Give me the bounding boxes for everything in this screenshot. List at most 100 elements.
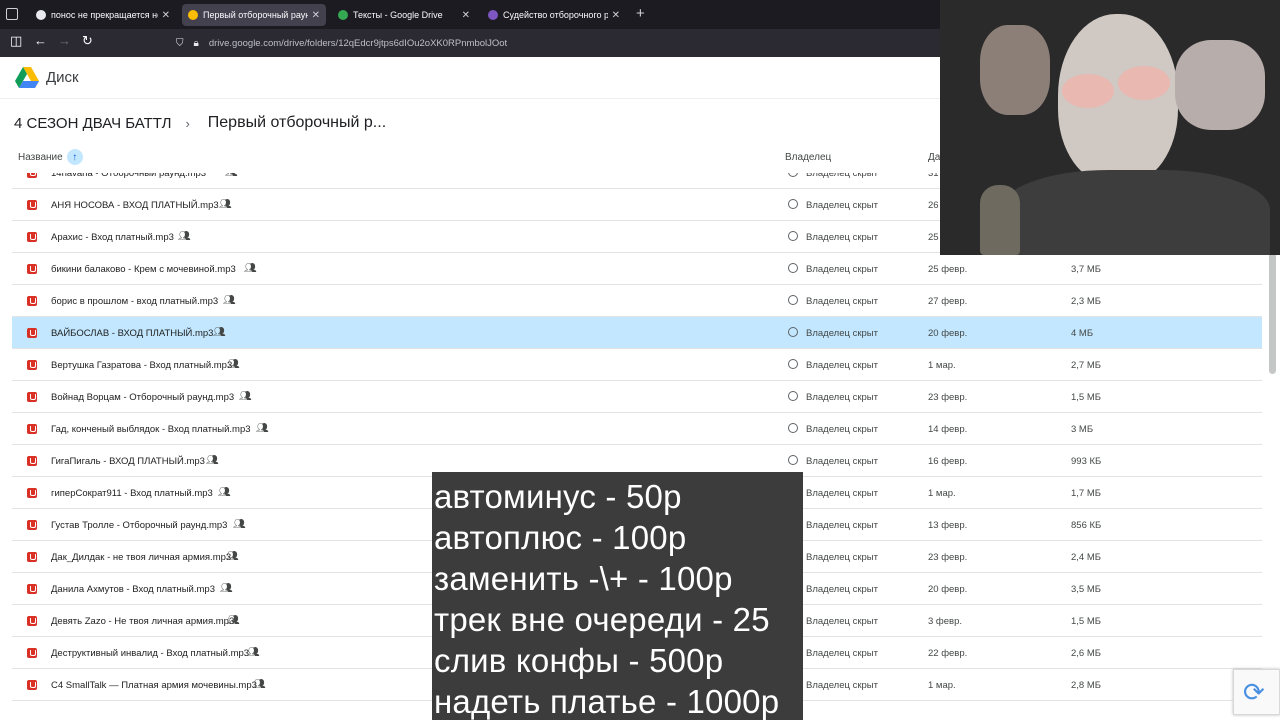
back-icon[interactable]: ← [34, 33, 47, 48]
shared-people-icon: 👥︎ [178, 231, 191, 242]
file-name[interactable]: 14havana - Отборочный раунд.mp3 [51, 173, 206, 179]
drive-logo-icon[interactable] [15, 67, 39, 88]
tab-favicon-icon [338, 10, 348, 20]
file-row[interactable]: Войнад Ворцам - Отборочный раунд.mp3 👥︎ Вл… [12, 381, 1262, 413]
column-header-date[interactable]: Да [928, 147, 940, 167]
file-name[interactable]: Девять Zazo - Не твоя личная армия.mp3 [51, 616, 234, 627]
file-owner: Владелец скрыт [806, 680, 878, 691]
file-name[interactable]: Войнад Ворцам - Отборочный раунд.mp3 [51, 392, 234, 403]
tab-title: Первый отборочный раунд – [203, 10, 308, 20]
reload-icon[interactable]: ↻ [82, 33, 93, 49]
file-date: 14 февр. [928, 424, 968, 435]
file-size: 3 МБ [1071, 424, 1094, 435]
file-row[interactable]: борис в прошлом - вход платный.mp3 👥︎ Влад… [12, 285, 1262, 317]
tab-favicon-icon [36, 10, 46, 20]
file-name[interactable]: Арахис - Вход платный.mp3 [51, 232, 174, 243]
file-size: 1,7 МБ [1071, 488, 1101, 499]
sidebar-toggle-icon[interactable]: ◫ [10, 33, 22, 49]
audio-file-icon [27, 552, 37, 562]
owner-avatar-icon [788, 231, 798, 241]
arrow-up-icon[interactable]: ↑ [66, 149, 83, 165]
file-date: 20 февр. [928, 584, 968, 595]
shared-people-icon: 👥︎ [244, 263, 257, 274]
column-header-owner[interactable]: Владелец [785, 147, 831, 167]
file-owner: Владелец скрыт [806, 232, 878, 243]
address-bar[interactable]: ⛉ 🔒︎ drive.google.com/drive/folders/12qE… [176, 32, 936, 54]
file-owner: Владелец скрыт [806, 360, 878, 371]
audio-file-icon [27, 456, 37, 466]
recaptcha-badge[interactable]: ⟳ [1233, 669, 1280, 715]
audio-file-icon [27, 328, 37, 338]
close-tab-icon[interactable]: ✕ [312, 10, 320, 21]
audio-file-icon [27, 200, 37, 210]
browser-tab[interactable]: Судейство отборочного раун ✕ [482, 4, 626, 26]
shared-people-icon: 👥︎ [227, 359, 240, 370]
file-name[interactable]: ВАЙБОСЛАВ - ВХОД ПЛАТНЫЙ.mp3 [51, 328, 213, 339]
file-date: 23 февр. [928, 392, 968, 403]
file-size: 2,8 МБ [1071, 680, 1101, 691]
file-row[interactable]: ВАЙБОСЛАВ - ВХОД ПЛАТНЫЙ.mp3 👥︎ Владелец с… [12, 317, 1262, 349]
close-tab-icon[interactable]: ✕ [162, 10, 170, 21]
webcam-body [1000, 170, 1270, 255]
column-owner-label: Владелец [785, 151, 832, 163]
file-name[interactable]: борис в прошлом - вход платный.mp3 [51, 296, 218, 307]
breadcrumb-parent[interactable]: 4 СЕЗОН ДВАЧ БАТТЛ [14, 115, 171, 132]
shared-people-icon: 👥︎ [225, 173, 238, 178]
file-name[interactable]: Вертушка Газратова - Вход платный.mp3 [51, 360, 232, 371]
browser-tab[interactable]: Первый отборочный раунд – ✕ [182, 4, 326, 26]
shield-icon[interactable]: ⛉ [176, 38, 184, 49]
tab-list-icon[interactable] [6, 8, 18, 20]
shared-people-icon: 👥︎ [256, 423, 269, 434]
lock-icon[interactable]: 🔒︎ [194, 38, 199, 49]
file-date: 1 мар. [928, 488, 956, 499]
file-date: 1 мар. [928, 680, 956, 691]
file-date: 23 февр. [928, 552, 968, 563]
drive-app-title[interactable]: Диск [46, 69, 79, 86]
owner-avatar-icon [788, 455, 798, 465]
file-name[interactable]: Гад, конченый выблядок - Вход платный.mp… [51, 424, 251, 435]
file-size: 2,3 МБ [1071, 296, 1101, 307]
file-row[interactable]: бикини балаково - Крем с мочевиной.mp3 👥︎… [12, 253, 1262, 285]
shared-people-icon: 👥︎ [233, 519, 246, 530]
file-owner: Владелец скрыт [806, 520, 878, 531]
breadcrumb-current[interactable]: Первый отборочный р... [208, 114, 386, 132]
audio-file-icon [27, 360, 37, 370]
column-header-name[interactable]: Название ↑ [18, 147, 83, 167]
url-text[interactable]: drive.google.com/drive/folders/12qEdcr9j… [209, 38, 507, 49]
file-owner: Владелец скрыт [806, 296, 878, 307]
file-row[interactable]: Гад, конченый выблядок - Вход платный.mp… [12, 413, 1262, 445]
column-name-label: Название [18, 151, 63, 163]
file-name[interactable]: Густав Тролле - Отборочный раунд.mp3 [51, 520, 227, 531]
close-tab-icon[interactable]: ✕ [462, 10, 470, 21]
browser-tab[interactable]: Тексты - Google Drive ✕ [332, 4, 476, 26]
audio-file-icon [27, 680, 37, 690]
file-name[interactable]: гиперСократ911 - Вход платный.mp3 [51, 488, 213, 499]
shared-people-icon: 👥︎ [218, 487, 231, 498]
file-owner: Владелец скрыт [806, 616, 878, 627]
file-name[interactable]: Деструктивный инвалид - Вход платный.mp3 [51, 648, 249, 659]
price-line: трек вне очереди - 25 [434, 601, 770, 638]
audio-file-icon [27, 584, 37, 594]
file-name[interactable]: Дак_Дилдак - не твоя личная армия.mp3 [51, 552, 231, 563]
breadcrumb: 4 СЕЗОН ДВАЧ БАТТЛ › Первый отборочный р… [14, 114, 386, 132]
audio-file-icon [27, 648, 37, 658]
owner-avatar-icon [788, 263, 798, 273]
file-row[interactable]: Вертушка Газратова - Вход платный.mp3 👥︎ В… [12, 349, 1262, 381]
shared-people-icon: 👥︎ [206, 455, 219, 466]
file-name[interactable]: бикини балаково - Крем с мочевиной.mp3 [51, 264, 236, 275]
shared-people-icon: 👥︎ [219, 199, 232, 210]
shared-people-icon: 👥︎ [239, 391, 252, 402]
file-date: 3 февр. [928, 616, 962, 627]
file-name[interactable]: Данила Ахмутов - Вход платный.mp3 [51, 584, 215, 595]
file-name[interactable]: ГигаПигаль - ВХОД ПЛАТНЫЙ.mp3 [51, 456, 205, 467]
browser-tab[interactable]: понос не прекращается неде ✕ [30, 4, 176, 26]
scrollbar[interactable] [1269, 240, 1276, 374]
new-tab-button[interactable]: + [636, 5, 645, 22]
file-name[interactable]: АНЯ НОСОВА - ВХОД ПЛАТНЫЙ.mp3 [51, 200, 219, 211]
forward-icon[interactable]: → [58, 33, 71, 48]
file-name[interactable]: C4 SmallTalk — Платная армия мочевины.mp… [51, 680, 257, 691]
close-tab-icon[interactable]: ✕ [612, 10, 620, 21]
audio-file-icon [27, 488, 37, 498]
price-line: надеть платье - 1000р [434, 683, 780, 720]
file-size: 3,5 МБ [1071, 584, 1101, 595]
